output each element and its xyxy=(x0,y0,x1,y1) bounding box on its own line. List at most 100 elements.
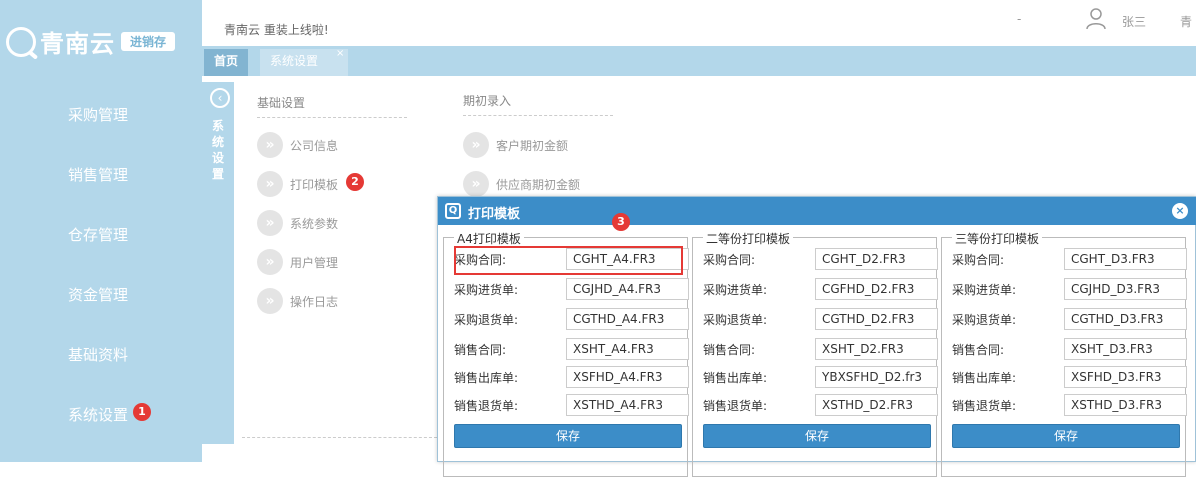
setting-label: 用户管理 xyxy=(290,255,339,270)
field-label: 销售合同: xyxy=(703,343,756,357)
field-label: 销售合同: xyxy=(454,343,507,357)
setting-label: 供应商期初金额 xyxy=(496,177,581,192)
field-row: 销售退货单: xyxy=(454,394,689,416)
tab-home[interactable]: 首页 xyxy=(204,49,249,76)
sidebar: 青南云 进销存 采购管理 销售管理 仓存管理 资金管理 基础资料 系统设置 xyxy=(0,0,202,462)
step-marker-3: 3 xyxy=(612,213,630,231)
user-icon[interactable] xyxy=(1086,8,1106,30)
template-input[interactable] xyxy=(815,366,938,388)
dialog-title-bar[interactable]: Q 打印模板 × xyxy=(438,197,1196,225)
template-input[interactable] xyxy=(1064,308,1187,330)
save-button[interactable]: 保存 xyxy=(454,424,682,448)
field-label: 销售退货单: xyxy=(454,399,519,413)
template-input[interactable] xyxy=(1064,394,1187,416)
save-button[interactable]: 保存 xyxy=(952,424,1180,448)
field-label: 销售合同: xyxy=(952,343,1005,357)
template-input[interactable] xyxy=(1064,248,1187,270)
header-separator: - xyxy=(1017,12,1022,26)
brand-badge: 进销存 xyxy=(121,32,176,51)
setting-user-management[interactable]: » 用户管理 xyxy=(257,249,338,275)
template-input[interactable] xyxy=(815,278,938,300)
tab-system-settings[interactable]: 系统设置 xyxy=(260,49,348,76)
template-input[interactable] xyxy=(1064,338,1187,360)
setting-label: 操作日志 xyxy=(290,294,339,309)
setting-label: 系统参数 xyxy=(290,216,339,231)
setting-supplier-opening[interactable]: » 供应商期初金额 xyxy=(463,171,580,197)
collapse-icon[interactable]: ‹ xyxy=(210,88,230,108)
group-legend: 二等份打印模板 xyxy=(703,230,794,247)
step-marker-1: 1 xyxy=(133,403,151,421)
tab-close-icon[interactable]: × xyxy=(336,48,344,59)
field-label: 销售出库单: xyxy=(454,371,519,385)
field-label: 销售退货单: xyxy=(952,399,1017,413)
template-input[interactable] xyxy=(566,278,689,300)
field-label: 采购进货单: xyxy=(703,283,768,297)
field-label: 采购合同: xyxy=(952,253,1005,267)
step-marker-2: 2 xyxy=(346,173,364,191)
field-row: 销售出库单: xyxy=(952,366,1187,388)
setting-operation-log[interactable]: » 操作日志 xyxy=(257,288,338,314)
username[interactable]: 张三 xyxy=(1122,13,1146,30)
close-icon[interactable]: × xyxy=(1172,203,1188,219)
template-input[interactable] xyxy=(815,394,938,416)
template-input[interactable] xyxy=(815,338,938,360)
field-label: 采购合同: xyxy=(703,253,756,267)
chevron-right-icon: » xyxy=(257,132,283,158)
save-button[interactable]: 保存 xyxy=(703,424,931,448)
field-row: 销售出库单: xyxy=(703,366,938,388)
field-row: 采购退货单: xyxy=(703,308,938,330)
field-row: 采购进货单: xyxy=(703,278,938,300)
chevron-right-icon: » xyxy=(463,132,489,158)
template-input[interactable] xyxy=(566,366,689,388)
logo-q-icon xyxy=(6,26,36,57)
setting-company-info[interactable]: » 公司信息 xyxy=(257,132,338,158)
field-row: 采购进货单: xyxy=(454,278,689,300)
template-input[interactable] xyxy=(1064,278,1187,300)
sidebar-item-warehouse[interactable]: 仓存管理 xyxy=(68,224,128,245)
field-row: 采购退货单: xyxy=(952,308,1187,330)
top-header: 青南云 重装上线啦! - 张三 青 xyxy=(202,0,1196,46)
dialog-title: 打印模板 xyxy=(468,207,521,222)
highlight-box xyxy=(454,246,683,275)
field-row: 采购退货单: xyxy=(454,308,689,330)
sidebar-item-funds[interactable]: 资金管理 xyxy=(68,284,128,305)
field-label: 采购退货单: xyxy=(952,313,1017,327)
settings-strip-label: 系统设置 xyxy=(212,119,225,181)
header-extra[interactable]: 青 xyxy=(1180,13,1192,30)
print-template-dialog: Q 打印模板 × A4打印模板 采购合同: 采购进货单: 采购退货单: 销售合同… xyxy=(437,196,1196,477)
chevron-right-icon: » xyxy=(257,288,283,314)
setting-system-params[interactable]: » 系统参数 xyxy=(257,210,338,236)
chevron-right-icon: » xyxy=(257,171,283,197)
dialog-app-icon: Q xyxy=(445,203,461,219)
template-input[interactable] xyxy=(566,308,689,330)
setting-customer-opening[interactable]: » 客户期初金额 xyxy=(463,132,568,158)
initial-entry-heading: 期初录入 xyxy=(463,92,613,116)
template-input[interactable] xyxy=(566,394,689,416)
basic-settings-heading: 基础设置 xyxy=(257,94,407,118)
sidebar-item-sales[interactable]: 销售管理 xyxy=(68,164,128,185)
template-input[interactable] xyxy=(1064,366,1187,388)
field-row: 销售合同: xyxy=(952,338,1187,360)
field-label: 采购进货单: xyxy=(454,283,519,297)
field-row: 采购合同: xyxy=(703,248,938,270)
sidebar-item-system-settings[interactable]: 系统设置 xyxy=(68,404,128,425)
group-legend: A4打印模板 xyxy=(454,230,524,247)
chevron-right-icon: » xyxy=(463,171,489,197)
sidebar-item-basic-data[interactable]: 基础资料 xyxy=(68,344,128,365)
sidebar-item-purchase[interactable]: 采购管理 xyxy=(68,104,128,125)
divider xyxy=(242,437,437,438)
template-input[interactable] xyxy=(815,308,938,330)
template-input[interactable] xyxy=(566,338,689,360)
group-legend: 三等份打印模板 xyxy=(952,230,1043,247)
field-row: 销售合同: xyxy=(454,338,689,360)
setting-label: 客户期初金额 xyxy=(496,138,569,153)
template-group-d2: 二等份打印模板 采购合同: 采购进货单: 采购退货单: 销售合同: 销售出库单:… xyxy=(692,230,938,477)
template-input[interactable] xyxy=(815,248,938,270)
tab-bar: 首页 系统设置 × xyxy=(202,46,1196,76)
field-label: 采购进货单: xyxy=(952,283,1017,297)
brand-logo: 青南云 进销存 xyxy=(6,24,176,59)
setting-print-template[interactable]: » 打印模板 xyxy=(257,171,338,197)
field-row: 销售合同: xyxy=(703,338,938,360)
template-group-d3: 三等份打印模板 采购合同: 采购进货单: 采购退货单: 销售合同: 销售出库单:… xyxy=(941,230,1187,477)
chevron-right-icon: » xyxy=(257,249,283,275)
